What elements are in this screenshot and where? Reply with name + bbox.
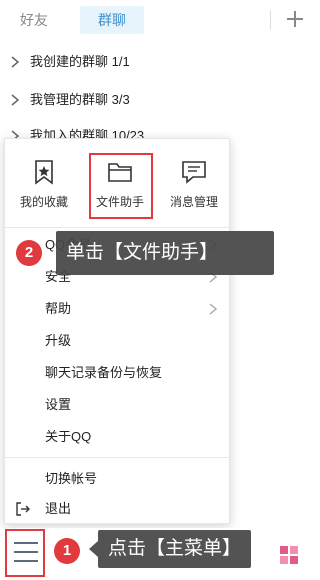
main-menu-highlight-box: [5, 529, 45, 577]
message-icon: [182, 161, 206, 184]
add-icon[interactable]: [284, 8, 306, 30]
quick-label: 我的收藏: [19, 195, 68, 209]
menu-item-label: 关于QQ: [45, 429, 92, 444]
tab-groups[interactable]: 群聊: [80, 6, 144, 34]
menu-item-label: 退出: [45, 501, 72, 516]
group-row-created[interactable]: 我创建的群聊 1/1: [0, 44, 316, 80]
menu-divider: [5, 227, 229, 228]
tabbar-divider: [270, 10, 271, 30]
top-tab-bar: 好友 群聊: [0, 0, 316, 38]
menu-item-switch-account[interactable]: 切换帐号: [5, 463, 229, 495]
step-1-tooltip: 点击【主菜单】: [98, 530, 252, 568]
menu-item-label: 帮助: [45, 301, 72, 316]
menu-item-help[interactable]: 帮助: [5, 293, 229, 325]
menu-item-label: 切换帐号: [45, 471, 98, 486]
chevron-right-icon: [11, 94, 20, 106]
menu-item-label: 聊天记录备份与恢复: [45, 365, 163, 380]
step-2-tooltip: 单击【文件助手】: [56, 231, 274, 275]
tab-friends[interactable]: 好友: [14, 6, 54, 34]
step-1-tooltip-arrow: [89, 541, 98, 557]
menu-item-exit[interactable]: 退出: [5, 493, 229, 525]
menu-item-about[interactable]: 关于QQ: [5, 421, 229, 453]
menu-divider: [5, 457, 229, 458]
menu-item-backup-restore[interactable]: 聊天记录备份与恢复: [5, 357, 229, 389]
step-1-badge: 1: [54, 538, 80, 564]
group-row-label: 我创建的群聊 1/1: [30, 54, 130, 69]
menu-item-label: 设置: [45, 397, 72, 412]
bookmark-star-icon: [35, 160, 53, 185]
menu-item-settings[interactable]: 设置: [5, 389, 229, 421]
group-row-label: 我管理的群聊 3/3: [30, 92, 130, 107]
quick-favorites[interactable]: 我的收藏: [9, 139, 79, 227]
menu-item-upgrade[interactable]: 升级: [5, 325, 229, 357]
quick-label: 消息管理: [169, 195, 218, 209]
file-assistant-highlight-box: [89, 153, 153, 219]
chevron-right-icon: [209, 303, 217, 315]
exit-icon: [16, 502, 30, 516]
apps-grid-icon[interactable]: [278, 544, 300, 566]
main-menu-popup: 我的收藏 文件助手 消息管理 QQ会员 安全 帮助 升级 聊天记录备份与恢复 设…: [4, 138, 230, 524]
group-row-managed[interactable]: 我管理的群聊 3/3: [0, 82, 316, 118]
step-2-badge: 2: [16, 240, 42, 266]
quick-message-manage[interactable]: 消息管理: [159, 139, 229, 227]
chevron-right-icon: [11, 56, 20, 68]
menu-item-label: 升级: [45, 333, 72, 348]
